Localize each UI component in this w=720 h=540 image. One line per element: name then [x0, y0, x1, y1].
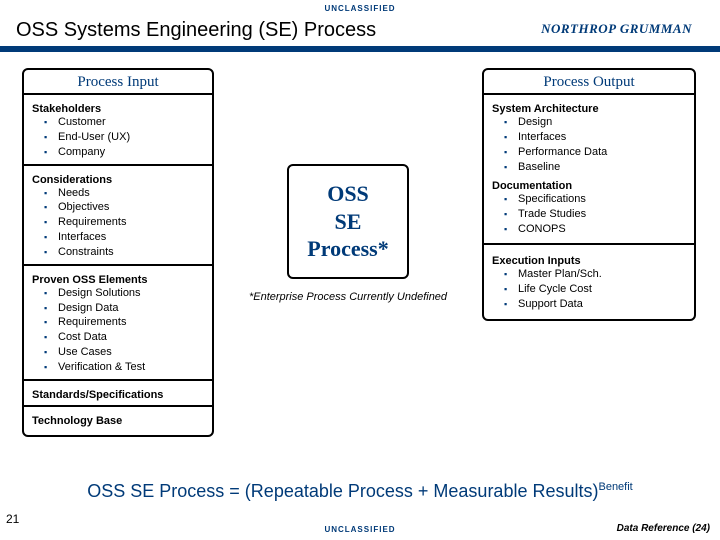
documentation-label: Documentation — [492, 180, 686, 192]
data-reference: Data Reference (24) — [617, 523, 710, 534]
list-item: Master Plan/Sch. — [518, 267, 686, 282]
list-item: Interfaces — [518, 130, 686, 145]
execution-inputs-list: Master Plan/Sch. Life Cycle Cost Support… — [492, 267, 686, 312]
list-item: Constraints — [58, 245, 204, 260]
list-item: Interfaces — [58, 230, 204, 245]
list-item: Trade Studies — [518, 207, 686, 222]
proven-list: Design Solutions Design Data Requirement… — [32, 286, 204, 375]
list-item: Use Cases — [58, 345, 204, 360]
list-item: Objectives — [58, 200, 204, 215]
slide-header: OSS Systems Engineering (SE) Process NOR… — [0, 13, 720, 46]
main-content: Process Input Stakeholders Customer End-… — [0, 68, 720, 437]
oss-se-process-box: OSS SE Process* — [287, 164, 408, 279]
considerations-label: Considerations — [32, 174, 204, 186]
list-item: Cost Data — [58, 330, 204, 345]
formula-base: OSS SE Process = (Repeatable Process + M… — [87, 481, 598, 501]
formula-line: OSS SE Process = (Repeatable Process + M… — [0, 481, 720, 502]
stakeholders-list: Customer End-User (UX) Company — [32, 115, 204, 160]
sys-arch-label: System Architecture — [492, 103, 686, 115]
process-input-box: Process Input Stakeholders Customer End-… — [22, 68, 214, 437]
stakeholders-label: Stakeholders — [32, 103, 204, 115]
list-item: Requirements — [58, 215, 204, 230]
list-item: Customer — [58, 115, 204, 130]
center-line-2: SE — [307, 208, 388, 236]
execution-inputs-label: Execution Inputs — [492, 255, 686, 267]
process-output-title: Process Output — [484, 70, 694, 95]
center-footnote: *Enterprise Process Currently Undefined — [249, 291, 447, 303]
center-line-3: Process* — [307, 235, 388, 263]
formula-superscript: Benefit — [598, 481, 632, 493]
center-column: OSS SE Process* *Enterprise Process Curr… — [232, 68, 464, 303]
classification-top: UNCLASSIFIED — [0, 0, 720, 13]
list-item: CONOPS — [518, 222, 686, 237]
header-rule — [0, 46, 720, 52]
list-item: Design — [518, 115, 686, 130]
techbase-label: Technology Base — [32, 415, 204, 427]
classification-bottom: UNCLASSIFIED — [0, 525, 720, 534]
page-title: OSS Systems Engineering (SE) Process — [16, 19, 376, 42]
northrop-logo: NORTHROP GRUMMAN — [541, 21, 692, 37]
standards-label: Standards/Specifications — [32, 389, 204, 401]
list-item: Requirements — [58, 315, 204, 330]
list-item: Needs — [58, 186, 204, 201]
sys-arch-list: Design Interfaces Performance Data Basel… — [492, 115, 686, 174]
documentation-list: Specifications Trade Studies CONOPS — [492, 192, 686, 237]
proven-label: Proven OSS Elements — [32, 274, 204, 286]
list-item: Design Data — [58, 301, 204, 316]
list-item: Design Solutions — [58, 286, 204, 301]
list-item: Life Cycle Cost — [518, 282, 686, 297]
list-item: Verification & Test — [58, 360, 204, 375]
list-item: End-User (UX) — [58, 130, 204, 145]
center-line-1: OSS — [307, 180, 388, 208]
process-output-box: Process Output System Architecture Desig… — [482, 68, 696, 321]
slide-footer: 21 UNCLASSIFIED Data Reference (24) — [0, 510, 720, 536]
list-item: Specifications — [518, 192, 686, 207]
process-input-title: Process Input — [24, 70, 212, 95]
list-item: Company — [58, 145, 204, 160]
page-number: 21 — [6, 512, 19, 526]
considerations-list: Needs Objectives Requirements Interfaces… — [32, 186, 204, 260]
list-item: Performance Data — [518, 145, 686, 160]
list-item: Support Data — [518, 297, 686, 312]
list-item: Baseline — [518, 160, 686, 175]
